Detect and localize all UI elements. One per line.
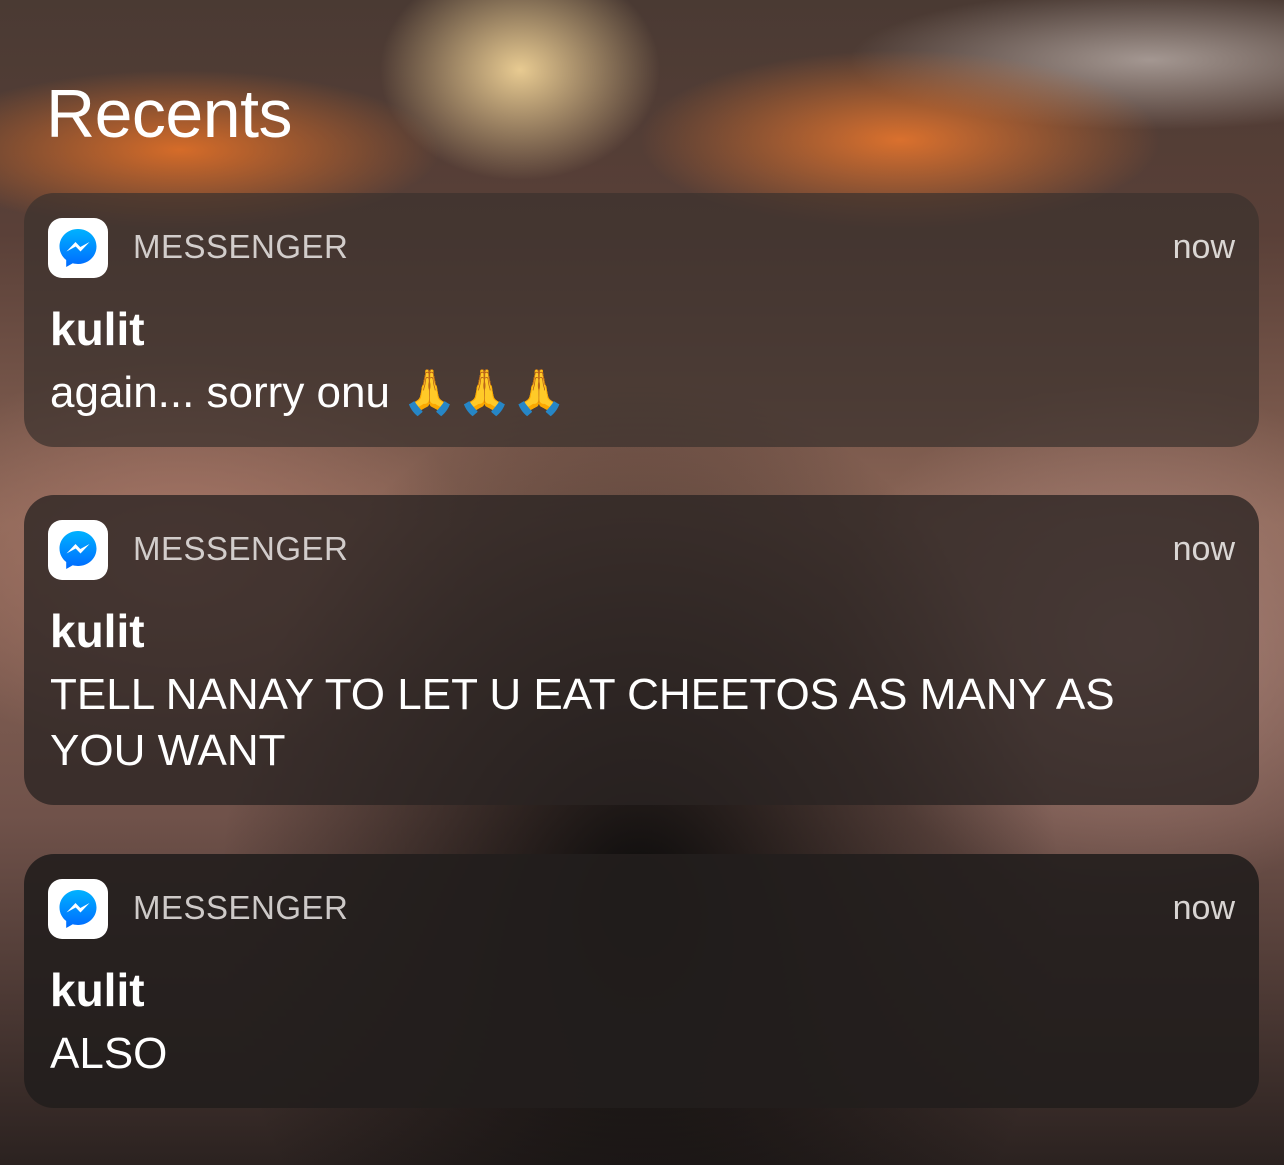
notification-sender: kulit bbox=[50, 605, 145, 657]
page-title: Recents bbox=[46, 76, 292, 152]
messenger-icon bbox=[48, 218, 108, 278]
notification-card[interactable]: MESSENGER now kulit ALSO bbox=[24, 854, 1259, 1108]
notification-time: now bbox=[1172, 228, 1235, 266]
app-name-label: MESSENGER bbox=[133, 530, 349, 567]
app-name-label: MESSENGER bbox=[133, 228, 349, 265]
notification-card[interactable]: MESSENGER now kulit TELL NANAY TO LET U … bbox=[24, 495, 1259, 805]
notification-message: TELL NANAY TO LET U EAT CHEETOS AS MANY … bbox=[50, 670, 1115, 775]
app-name-label: MESSENGER bbox=[133, 889, 349, 926]
notification-message: ALSO bbox=[50, 1029, 168, 1078]
notification-time: now bbox=[1172, 889, 1235, 927]
notification-sender: kulit bbox=[50, 964, 145, 1016]
messenger-icon bbox=[48, 520, 108, 580]
notification-card[interactable]: MESSENGER now kulit again... sorry onu 🙏… bbox=[24, 193, 1259, 447]
messenger-icon bbox=[48, 879, 108, 939]
notification-center: Recents MESSENGER now kulit again... sor… bbox=[0, 0, 1284, 1165]
notification-time: now bbox=[1172, 530, 1235, 568]
notification-sender: kulit bbox=[50, 303, 145, 355]
notification-message: again... sorry onu 🙏🙏🙏 bbox=[50, 368, 567, 417]
